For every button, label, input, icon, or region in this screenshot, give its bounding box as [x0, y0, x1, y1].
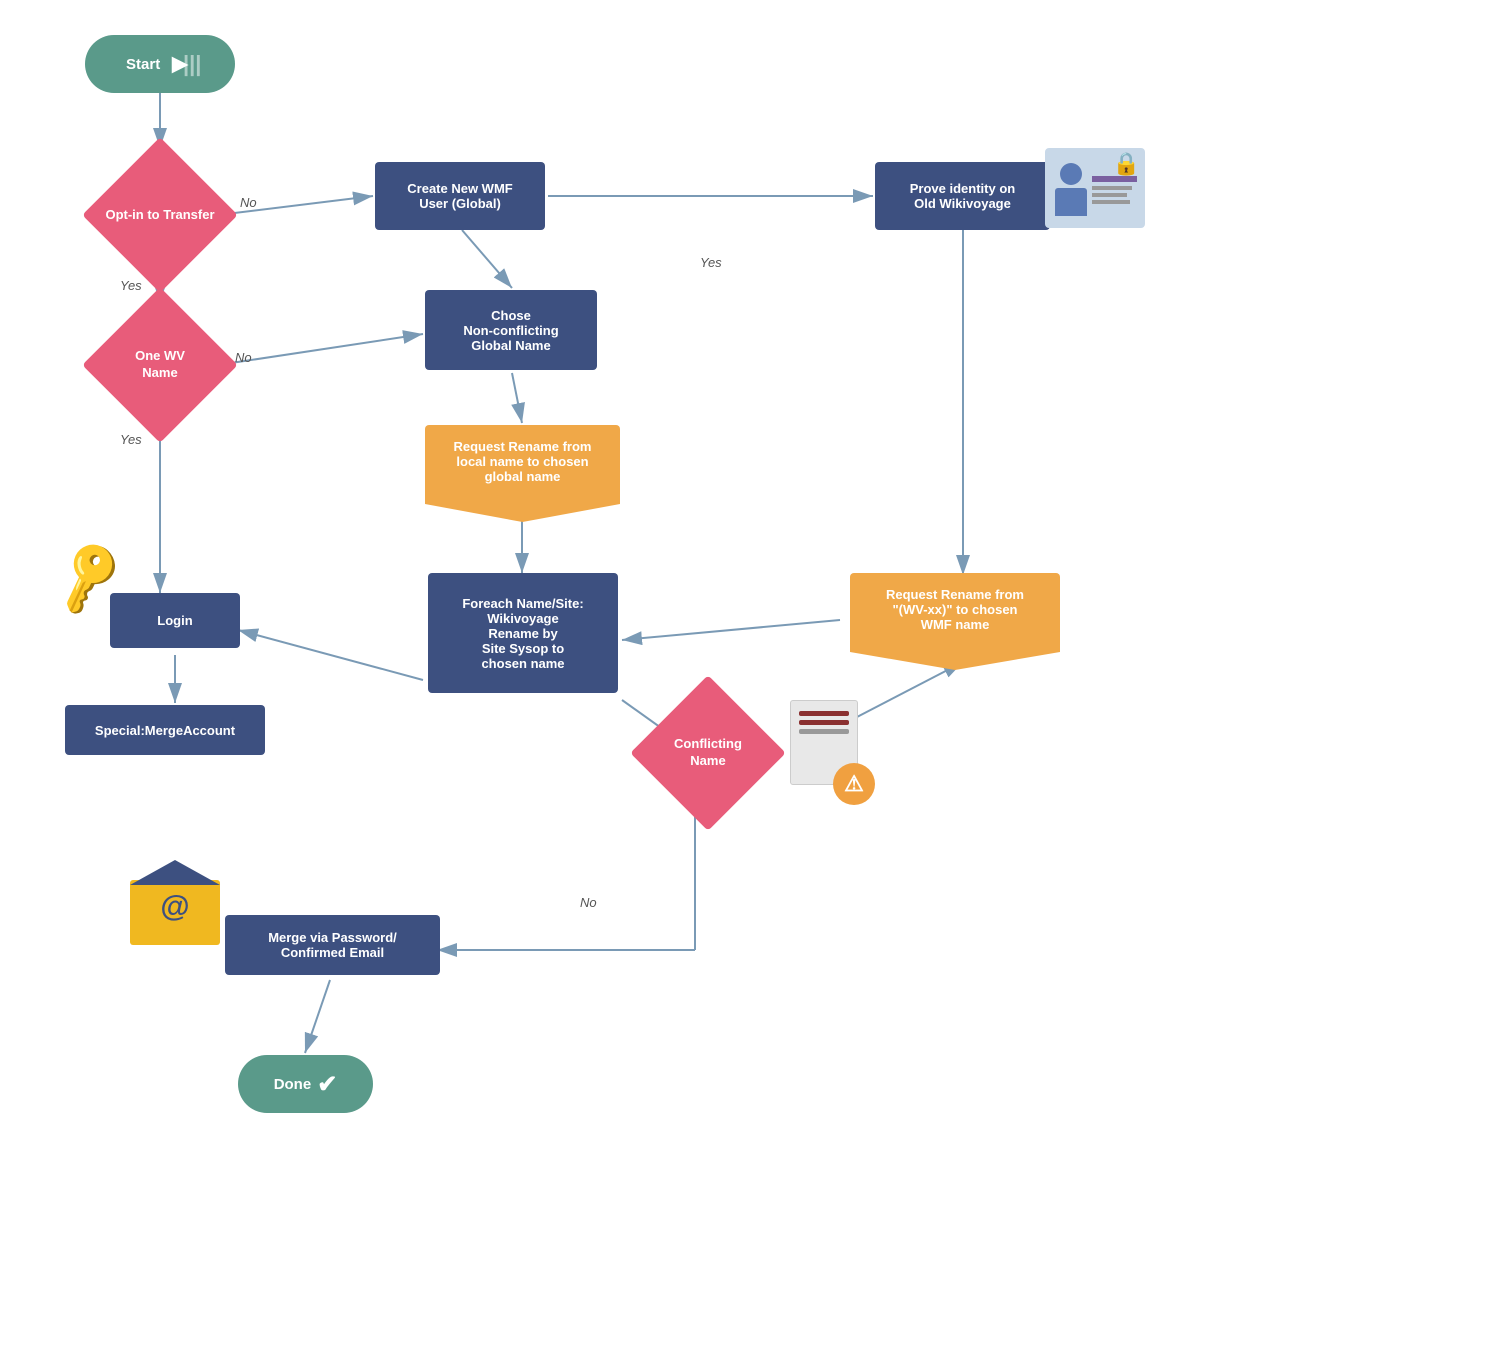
yes1-label: Yes	[120, 278, 142, 293]
login-node: Login	[110, 593, 240, 648]
id-line1	[1092, 176, 1137, 182]
request-rename1-rect: Request Rename fromlocal name to choseng…	[425, 425, 620, 504]
yes2-label: Yes	[120, 432, 142, 447]
optin-label: Opt-in to Transfer	[105, 207, 214, 224]
envelope-body: @	[130, 880, 220, 945]
ribbon-tail1	[425, 504, 620, 522]
conflicting-diamond-container: ConflictingName	[648, 693, 768, 813]
yes3-label: Yes	[700, 255, 722, 270]
onewv-text-wrap: One WVName	[100, 305, 220, 425]
person-body	[1055, 188, 1087, 216]
conflicting-text-wrap: ConflictingName	[648, 693, 768, 813]
create-wmf-node: Create New WMFUser (Global)	[375, 162, 545, 230]
request-rename1-label: Request Rename fromlocal name to choseng…	[454, 439, 592, 484]
request-rename1-node: Request Rename fromlocal name to choseng…	[425, 425, 620, 522]
no2-label: No	[235, 350, 252, 365]
start-node: Start ► |||	[85, 35, 235, 93]
person-icon	[1053, 163, 1088, 218]
prove-identity-label: Prove identity onOld Wikivoyage	[910, 181, 1015, 211]
optin-diamond-container: Opt-in to Transfer	[100, 155, 220, 275]
doc-line2	[799, 720, 849, 725]
done-node: Done ✔	[238, 1055, 373, 1113]
doc-line3	[799, 729, 849, 734]
doc-line1	[799, 711, 849, 716]
prove-identity-node: Prove identity onOld Wikivoyage	[875, 162, 1050, 230]
login-label: Login	[157, 613, 192, 628]
foreach-label: Foreach Name/Site:WikivoyageRename bySit…	[462, 596, 583, 671]
foreach-node: Foreach Name/Site:WikivoyageRename bySit…	[428, 573, 618, 693]
flowchart-diagram: Start ► ||| Opt-in to Transfer One WVNam…	[0, 0, 1500, 1348]
person-head	[1060, 163, 1082, 185]
create-wmf-label: Create New WMFUser (Global)	[407, 181, 512, 211]
id-card-icon: 🔒	[1045, 148, 1145, 228]
chose-global-node: ChoseNon-conflictingGlobal Name	[425, 290, 597, 370]
lock-icon: 🔒	[1113, 151, 1140, 177]
merge-account-label: Special:MergeAccount	[95, 723, 235, 738]
done-label: Done	[274, 1076, 312, 1093]
envelope-flap	[130, 860, 220, 885]
check-icon: ✔	[317, 1070, 337, 1099]
merge-email-label: Merge via Password/Confirmed Email	[268, 930, 397, 960]
start-lines-icon: |||	[183, 51, 201, 77]
id-line3	[1092, 193, 1127, 197]
no1-label: No	[240, 195, 257, 210]
merge-email-node: Merge via Password/Confirmed Email	[225, 915, 440, 975]
no3-label: No	[580, 895, 597, 910]
warning-doc-icon: ⚠	[790, 700, 870, 800]
optin-text-wrap: Opt-in to Transfer	[100, 155, 220, 275]
request-rename2-label: Request Rename from"(WV-xx)" to chosenWM…	[886, 587, 1024, 632]
conflicting-label: ConflictingName	[674, 736, 742, 770]
email-icon-container: @	[130, 880, 220, 945]
warning-triangle-icon: ⚠	[833, 763, 875, 805]
onewv-label: One WVName	[135, 348, 185, 382]
request-rename2-rect: Request Rename from"(WV-xx)" to chosenWM…	[850, 573, 1060, 652]
ribbon-tail2	[850, 652, 1060, 670]
merge-account-node: Special:MergeAccount	[65, 705, 265, 755]
id-line2	[1092, 186, 1132, 190]
id-line4	[1092, 200, 1130, 204]
request-rename2-node: Request Rename from"(WV-xx)" to chosenWM…	[850, 573, 1060, 670]
id-lines	[1092, 176, 1137, 204]
start-label: Start	[126, 56, 160, 73]
chose-global-label: ChoseNon-conflictingGlobal Name	[463, 308, 558, 353]
onewv-diamond-container: One WVName	[100, 305, 220, 425]
at-symbol: @	[160, 890, 189, 924]
